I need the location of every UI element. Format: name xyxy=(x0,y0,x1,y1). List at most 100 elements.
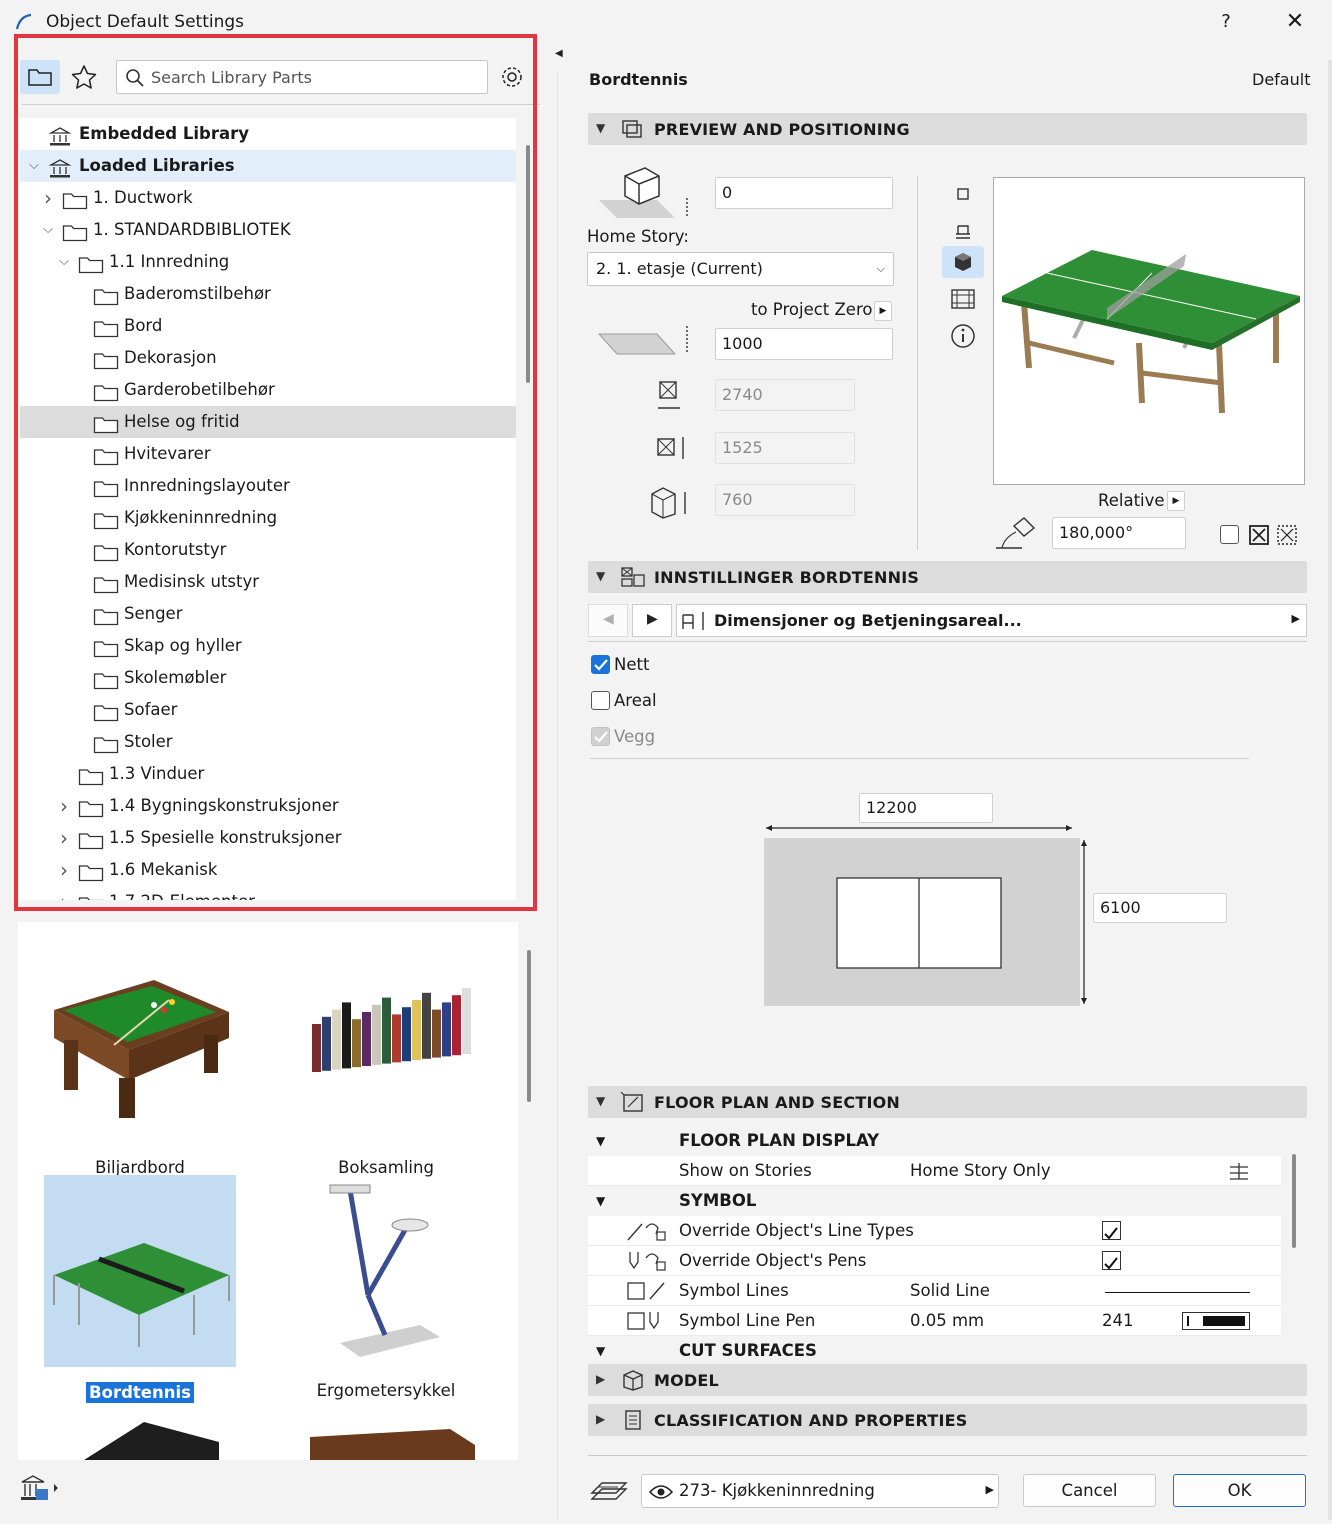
tree-item-label: 1. Ductwork xyxy=(93,188,193,207)
section-classification-properties[interactable]: ▶ CLASSIFICATION AND PROPERTIES xyxy=(588,1404,1307,1436)
tree-item[interactable]: ⌵ Loaded Libraries xyxy=(20,150,516,182)
floor-plan-settings-table[interactable]: ▼ FLOOR PLAN DISPLAY Show on Stories Hom… xyxy=(588,1126,1281,1356)
group-floor-plan-display[interactable]: ▼ FLOOR PLAN DISPLAY xyxy=(588,1126,1281,1156)
section-title: CLASSIFICATION AND PROPERTIES xyxy=(654,1411,968,1430)
classification-icon xyxy=(625,1410,641,1430)
pen-swatch[interactable] xyxy=(1182,1312,1250,1330)
window-edge xyxy=(1328,60,1332,1520)
tree-item[interactable]: › 1. Ductwork xyxy=(20,182,516,214)
tree-item[interactable]: › 1.6 Mekanisk xyxy=(20,854,516,886)
chevron-right-icon[interactable]: › xyxy=(56,854,72,886)
tree-item[interactable]: › 1.7 2D-Elementer xyxy=(20,886,516,900)
library-gallery[interactable]: Biljardbord Boksamling Bordtennis Ergome… xyxy=(18,922,518,1460)
tree-item[interactable]: Bord xyxy=(20,310,516,342)
gallery-scrollbar[interactable] xyxy=(527,950,531,1102)
section-model[interactable]: ▶ MODEL xyxy=(588,1364,1307,1396)
prev-page-button[interactable]: ◀ xyxy=(588,604,628,637)
tree-item[interactable]: Kjøkkeninnredning xyxy=(20,502,516,534)
tree-item[interactable]: Hvitevarer xyxy=(20,438,516,470)
override-pens-checkbox[interactable] xyxy=(1102,1251,1121,1270)
favorites-button[interactable] xyxy=(64,60,104,94)
tree-item[interactable]: Dekorasjon xyxy=(20,342,516,374)
elevation-field[interactable]: 1000 xyxy=(715,328,893,360)
area-width-field[interactable]: 12200 xyxy=(859,793,993,823)
chevron-right-icon[interactable]: › xyxy=(56,886,72,900)
chevron-down-icon[interactable]: ⌵ xyxy=(26,150,42,182)
tree-item[interactable]: Skap og hyller xyxy=(20,630,516,662)
length-field[interactable]: 1525 xyxy=(715,432,855,464)
tree-item[interactable]: ⌵ 1. STANDARDBIBLIOTEK xyxy=(20,214,516,246)
tree-item[interactable]: Medisinsk utstyr xyxy=(20,566,516,598)
gear-icon xyxy=(502,67,522,87)
close-button[interactable]: ✕ xyxy=(1280,8,1310,36)
side-view-button[interactable] xyxy=(948,214,978,244)
row-show-on-stories[interactable]: Show on Stories Home Story Only xyxy=(588,1156,1281,1186)
tree-item[interactable]: Innredningslayouter xyxy=(20,470,516,502)
elevation-view-button[interactable] xyxy=(948,284,978,314)
next-page-button[interactable]: ▶ xyxy=(632,604,672,637)
title-bar: Object Default Settings ? ✕ xyxy=(0,0,1332,44)
tree-item-label: Skolemøbler xyxy=(124,668,227,687)
row-symbol-line-pen[interactable]: Symbol Line Pen 0.05 mm 241 xyxy=(588,1306,1281,1336)
row-symbol-lines[interactable]: Symbol Lines Solid Line xyxy=(588,1276,1281,1306)
section-floor-plan-section[interactable]: ▼ FLOOR PLAN AND SECTION xyxy=(588,1086,1307,1118)
3d-view-button[interactable] xyxy=(942,246,984,278)
chevron-right-icon[interactable]: › xyxy=(56,790,72,822)
folder-view-button[interactable] xyxy=(20,60,60,94)
cancel-button[interactable]: Cancel xyxy=(1023,1474,1156,1507)
library-manager-button[interactable] xyxy=(18,1472,62,1504)
width-field[interactable]: 2740 xyxy=(715,379,855,411)
relative-menu-button[interactable]: ▶ xyxy=(1167,491,1185,511)
ok-button[interactable]: OK xyxy=(1173,1474,1306,1507)
area-depth-field[interactable]: 6100 xyxy=(1093,893,1227,923)
home-story-select[interactable]: 2. 1. etasje (Current) ⌵ xyxy=(587,252,894,286)
collapse-panel-arrow[interactable]: ◀ xyxy=(555,48,563,59)
row-override-line-types[interactable]: Override Object's Line Types xyxy=(588,1216,1281,1246)
row-label: Show on Stories xyxy=(679,1161,812,1180)
plan-view-button[interactable] xyxy=(948,180,978,210)
tree-item[interactable]: › 1.5 Spesielle konstruksjoner xyxy=(20,822,516,854)
layer-value: 273- Kjøkkeninnredning xyxy=(679,1481,875,1500)
library-settings-button[interactable] xyxy=(496,60,530,94)
tree-item[interactable]: Stoler xyxy=(20,726,516,758)
tree-item[interactable]: Skolemøbler xyxy=(20,662,516,694)
search-input[interactable]: Search Library Parts xyxy=(116,60,488,94)
tree-item[interactable]: Senger xyxy=(20,598,516,630)
help-button[interactable]: ? xyxy=(1212,8,1240,36)
tree-item[interactable]: Helse og fritid xyxy=(20,406,516,438)
tree-item[interactable]: Baderomstilbehør xyxy=(20,278,516,310)
mirror-checkbox[interactable] xyxy=(1220,525,1239,544)
library-tree[interactable]: Embedded Library ⌵ Loaded Libraries › 1. Duc… xyxy=(20,118,516,900)
vegg-checkbox[interactable] xyxy=(591,727,610,746)
offset-field[interactable]: 0 xyxy=(715,177,893,209)
3d-preview[interactable] xyxy=(993,177,1305,485)
row-value: Home Story Only xyxy=(910,1161,1051,1180)
group-cut-surfaces[interactable]: ▼ CUT SURFACES xyxy=(588,1336,1281,1356)
areal-checkbox[interactable] xyxy=(591,691,610,710)
tree-item[interactable]: Sofaer xyxy=(20,694,516,726)
tree-item[interactable]: 1.3 Vinduer xyxy=(20,758,516,790)
info-button[interactable] xyxy=(948,321,978,351)
chevron-right-icon[interactable]: › xyxy=(40,182,56,214)
row-override-pens[interactable]: Override Object's Pens xyxy=(588,1246,1281,1276)
chevron-down-icon[interactable]: ⌵ xyxy=(40,214,56,246)
tree-item[interactable]: ⌵ 1.1 Innredning xyxy=(20,246,516,278)
layer-select[interactable]: 273- Kjøkkeninnredning ▶ xyxy=(641,1474,999,1508)
tree-item[interactable]: › 1.4 Bygningskonstruksjoner xyxy=(20,790,516,822)
group-symbol[interactable]: ▼ SYMBOL xyxy=(588,1186,1281,1216)
tree-item[interactable]: Embedded Library xyxy=(20,118,516,150)
reference-menu-button[interactable]: ▶ xyxy=(874,301,892,321)
floor-plan-scrollbar[interactable] xyxy=(1292,1154,1296,1248)
chevron-down-icon[interactable]: ⌵ xyxy=(56,246,72,278)
parameter-page-select[interactable]: Dimensjoner og Betjeningsareal... ▶ xyxy=(676,604,1307,637)
section-preview-positioning[interactable]: ▼ PREVIEW AND POSITIONING xyxy=(588,113,1307,145)
rotation-angle-field[interactable]: 180,000° xyxy=(1052,517,1186,549)
tree-item[interactable]: Garderobetilbehør xyxy=(20,374,516,406)
nett-checkbox[interactable] xyxy=(591,655,610,674)
section-innstillinger-bordtennis[interactable]: ▼ INNSTILLINGER BORDTENNIS xyxy=(588,561,1307,593)
height-field[interactable]: 760 xyxy=(715,484,855,516)
override-line-types-checkbox[interactable] xyxy=(1102,1221,1121,1240)
chevron-right-icon[interactable]: › xyxy=(56,822,72,854)
tree-item[interactable]: Kontorutstyr xyxy=(20,534,516,566)
tree-scrollbar[interactable] xyxy=(526,145,530,383)
